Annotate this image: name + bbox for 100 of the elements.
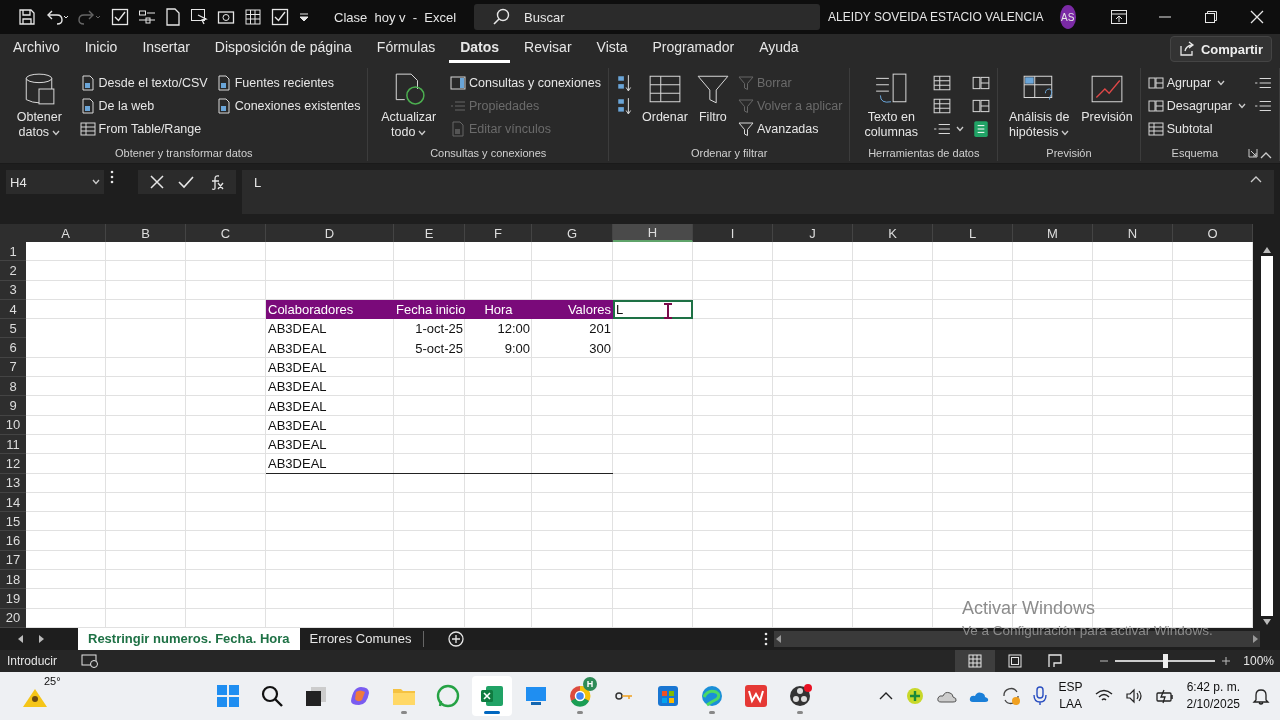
document-icon[interactable]: [215, 75, 232, 91]
row-header[interactable]: 14: [0, 492, 26, 513]
previous-sheet-icon[interactable]: [16, 633, 24, 644]
notification-icon[interactable]: [1252, 686, 1270, 705]
ribbon-button[interactable]: Ordenar: [639, 72, 691, 125]
column-header[interactable]: K: [853, 224, 933, 242]
panel-icon[interactable]: [450, 75, 466, 91]
wifi-icon[interactable]: [1094, 688, 1113, 703]
ribbon-button[interactable]: Conexiones existentes: [212, 95, 364, 117]
expand-icon[interactable]: [1250, 175, 1262, 183]
chevron-up-icon[interactable]: [878, 690, 893, 701]
sheet-tab[interactable]: Errores Comunes: [299, 627, 422, 650]
accessibility-icon[interactable]: [81, 653, 100, 668]
sync-icon[interactable]: [1000, 685, 1021, 706]
table-icon[interactable]: [79, 121, 96, 137]
column-header[interactable]: A: [26, 224, 106, 242]
clock-time[interactable]: 6:42 p. m.: [1186, 678, 1240, 696]
form-icon[interactable]: [138, 8, 156, 26]
zoom-level[interactable]: 100%: [1243, 653, 1274, 668]
row-header[interactable]: 13: [0, 473, 26, 493]
column-header[interactable]: F: [465, 224, 532, 242]
chat-bubble-icon[interactable]: [435, 682, 461, 709]
scroll-right-icon[interactable]: [1252, 633, 1260, 644]
ribbon-button[interactable]: From Table/Range: [76, 118, 211, 140]
speaker-icon[interactable]: [1124, 687, 1143, 704]
record-icon[interactable]: [787, 682, 813, 709]
row-header[interactable]: 4: [0, 299, 26, 320]
clock-date[interactable]: 2/10/2025: [1186, 695, 1240, 713]
user-avatar[interactable]: AS: [1059, 5, 1076, 29]
ribbon-button[interactable]: Agrupar: [1144, 72, 1249, 94]
menu-tab[interactable]: Insertar: [131, 35, 201, 63]
camera-icon[interactable]: [217, 8, 235, 26]
collapse-icon[interactable]: [1260, 151, 1272, 159]
ribbon-button[interactable]: Desagrupar: [1144, 95, 1249, 117]
cancel-icon[interactable]: [150, 175, 164, 189]
menu-tab[interactable]: Fórmulas: [365, 35, 447, 63]
app-tile-icon[interactable]: [743, 682, 769, 709]
redo-icon[interactable]: [78, 8, 102, 26]
ribbon-button[interactable]: De la web: [76, 95, 211, 117]
row-header[interactable]: 16: [0, 531, 26, 551]
menu-tab[interactable]: Inicio: [73, 35, 129, 63]
row-header[interactable]: 5: [0, 319, 26, 339]
more-icon[interactable]: [764, 631, 769, 646]
ribbon-button[interactable]: Consultas y conexiones: [447, 72, 604, 94]
formula-field[interactable]: L: [254, 175, 262, 190]
scroll-up-icon[interactable]: [1261, 246, 1272, 254]
column-header[interactable]: N: [1093, 224, 1173, 242]
language-indicator[interactable]: LAA: [1059, 695, 1082, 713]
share-button[interactable]: Compartir: [1169, 36, 1272, 62]
more-icon[interactable]: [110, 170, 114, 184]
ribbon-button[interactable]: Fuentes recientes: [212, 72, 364, 94]
row-header[interactable]: 8: [0, 377, 26, 397]
active-cell[interactable]: L: [613, 299, 693, 320]
sheet-tab[interactable]: Restringir numeros. Fecha. Hora: [78, 627, 300, 650]
dialog-launcher-icon[interactable]: [1248, 148, 1259, 158]
column-header[interactable]: B: [106, 224, 186, 242]
column-header[interactable]: I: [693, 224, 773, 242]
column-header[interactable]: L: [933, 224, 1013, 242]
table-icon[interactable]: [933, 97, 952, 115]
menu-tab[interactable]: Disposición de página: [203, 35, 363, 63]
columns-icon[interactable]: [874, 72, 909, 106]
row-header[interactable]: 7: [0, 357, 26, 378]
ribbon-button[interactable]: Obtener datos: [4, 72, 75, 140]
row-header[interactable]: 2: [0, 261, 26, 281]
document-icon[interactable]: [215, 98, 232, 114]
row-header[interactable]: 3: [0, 280, 26, 300]
row-header[interactable]: 19: [0, 589, 26, 609]
menu-tab[interactable]: Ayuda: [748, 35, 810, 63]
column-header[interactable]: E: [394, 224, 465, 242]
row-header[interactable]: 18: [0, 570, 26, 590]
ribbon-button[interactable]: Subtotal: [1144, 118, 1249, 140]
add-sheet-icon[interactable]: [448, 630, 465, 647]
row-header[interactable]: 17: [0, 550, 26, 571]
page-icon[interactable]: [165, 8, 181, 26]
column-header[interactable]: C: [186, 224, 266, 242]
next-sheet-icon[interactable]: [38, 633, 46, 644]
pointer-icon[interactable]: [190, 8, 208, 26]
column-header[interactable]: H: [613, 224, 693, 242]
table-icon[interactable]: [244, 8, 262, 26]
row-header[interactable]: 15: [0, 512, 26, 532]
plus-circle-icon[interactable]: [904, 685, 925, 706]
confirm-icon[interactable]: [178, 175, 194, 189]
group-icon[interactable]: [1147, 75, 1164, 91]
menu-tab[interactable]: Programador: [641, 35, 746, 63]
column-header[interactable]: J: [773, 224, 853, 242]
ribbon-button[interactable]: Texto en columnas: [854, 72, 929, 140]
checkbox-icon[interactable]: [271, 8, 289, 26]
ribbon-button[interactable]: Análisis de hipótesis: [1002, 72, 1077, 140]
table-icon[interactable]: [1147, 121, 1164, 137]
column-header[interactable]: O: [1173, 224, 1253, 242]
view-button[interactable]: [955, 649, 996, 672]
undo-icon[interactable]: [45, 8, 69, 26]
column-header[interactable]: G: [532, 224, 613, 242]
table-icon[interactable]: [933, 74, 952, 92]
scroll-left-icon[interactable]: [774, 633, 783, 644]
battery-icon[interactable]: [1154, 687, 1175, 704]
ribbon-button[interactable]: Previsión: [1078, 72, 1136, 125]
name-box[interactable]: H4: [6, 170, 104, 194]
zoom-in-icon[interactable]: [1221, 655, 1232, 666]
customize-icon[interactable]: [298, 11, 310, 23]
